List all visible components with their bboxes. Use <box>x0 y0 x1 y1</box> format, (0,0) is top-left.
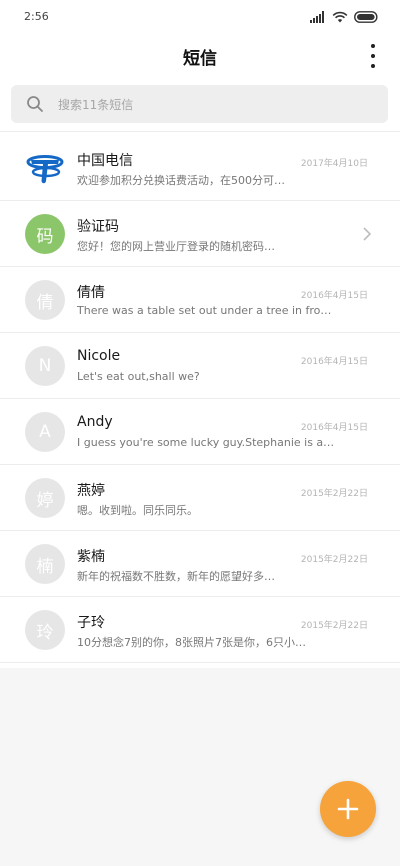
avatar: 婷 <box>25 478 65 518</box>
status-bar: 2:56 <box>0 0 400 34</box>
message-preview: There was a table set out under a tree i… <box>77 304 335 317</box>
contact-name: 中国电信 <box>77 153 133 169</box>
conversation-item[interactable]: A Andy 2016年4月15日 I guess you're some lu… <box>0 399 400 465</box>
page-title: 短信 <box>183 49 217 69</box>
chevron-right-icon <box>363 227 372 241</box>
more-vertical-icon-dot <box>371 64 375 68</box>
message-date: 2016年4月15日 <box>300 291 368 301</box>
wifi-icon <box>332 11 348 23</box>
message-preview: Let's eat out,shall we? <box>77 370 200 383</box>
conversation-item[interactable]: 楠 紫楠 2015年2月22日 新年的祝福数不胜数，新年的愿望好多… <box>0 531 400 597</box>
contact-name: Andy <box>77 414 113 430</box>
avatar: A <box>25 412 65 452</box>
messages-screen: 2:56 短信 搜索11条短信 中国电信 2017年4月10日 欢迎参加积分兑换… <box>0 0 400 866</box>
app-header: 短信 <box>0 34 400 80</box>
message-date: 2015年2月22日 <box>300 489 368 499</box>
new-message-button[interactable] <box>320 781 376 837</box>
more-options-button[interactable] <box>368 44 378 68</box>
conversation-item[interactable]: 倩 倩倩 2016年4月15日 There was a table set ou… <box>0 267 400 333</box>
message-preview: 嗯。收到啦。同乐同乐。 <box>77 504 198 517</box>
message-date: 2015年2月22日 <box>300 555 368 565</box>
more-vertical-icon-dot <box>371 54 375 58</box>
conversation-item[interactable]: 玲 子玲 2015年2月22日 10分想念7别的你，8张照片7张是你，6只小… <box>0 597 400 663</box>
avatar: 玲 <box>25 610 65 650</box>
message-date: 2015年2月22日 <box>300 621 368 631</box>
status-icons <box>310 10 380 24</box>
search-icon <box>27 96 43 112</box>
message-preview: 欢迎参加积分兑换话费活动，在500分可… <box>77 174 285 187</box>
contact-name: 倩倩 <box>77 285 105 301</box>
message-preview: 新年的祝福数不胜数，新年的愿望好多… <box>77 570 275 583</box>
china-telecom-logo-icon <box>26 155 64 184</box>
avatar <box>25 148 65 188</box>
message-preview: 您好！您的网上营业厅登录的随机密码… <box>77 240 275 253</box>
avatar: 楠 <box>25 544 65 584</box>
avatar: 码 <box>25 214 65 254</box>
avatar: 倩 <box>25 280 65 320</box>
message-preview: 10分想念7别的你，8张照片7张是你，6只小… <box>77 636 306 649</box>
content-area: 2:56 短信 搜索11条短信 中国电信 2017年4月10日 欢迎参加积分兑换… <box>0 0 400 668</box>
message-date: 2017年4月10日 <box>300 159 368 169</box>
contact-name: 燕婷 <box>77 483 105 499</box>
message-date: 2016年4月15日 <box>300 423 368 433</box>
conversation-list: 中国电信 2017年4月10日 欢迎参加积分兑换话费活动，在500分可… 码 验… <box>0 135 400 663</box>
battery-icon <box>354 11 378 23</box>
signal-icon <box>310 11 324 23</box>
divider <box>0 131 400 132</box>
search-placeholder: 搜索11条短信 <box>58 98 134 112</box>
message-date: 2016年4月15日 <box>300 357 368 367</box>
conversation-item[interactable]: 码 验证码 您好！您的网上营业厅登录的随机密码… <box>0 201 400 267</box>
contact-name: 子玲 <box>77 615 105 631</box>
search-input[interactable]: 搜索11条短信 <box>11 85 388 123</box>
contact-name: 紫楠 <box>77 549 105 565</box>
conversation-item[interactable]: 中国电信 2017年4月10日 欢迎参加积分兑换话费活动，在500分可… <box>0 135 400 201</box>
more-vertical-icon <box>371 44 375 48</box>
contact-name: Nicole <box>77 348 121 364</box>
plus-icon <box>337 798 359 820</box>
message-preview: I guess you're some lucky guy.Stephanie … <box>77 436 335 449</box>
status-time: 2:56 <box>24 10 49 23</box>
conversation-item[interactable]: N Nicole 2016年4月15日 Let's eat out,shall … <box>0 333 400 399</box>
conversation-item[interactable]: 婷 燕婷 2015年2月22日 嗯。收到啦。同乐同乐。 <box>0 465 400 531</box>
avatar: N <box>25 346 65 386</box>
contact-name: 验证码 <box>77 219 119 235</box>
